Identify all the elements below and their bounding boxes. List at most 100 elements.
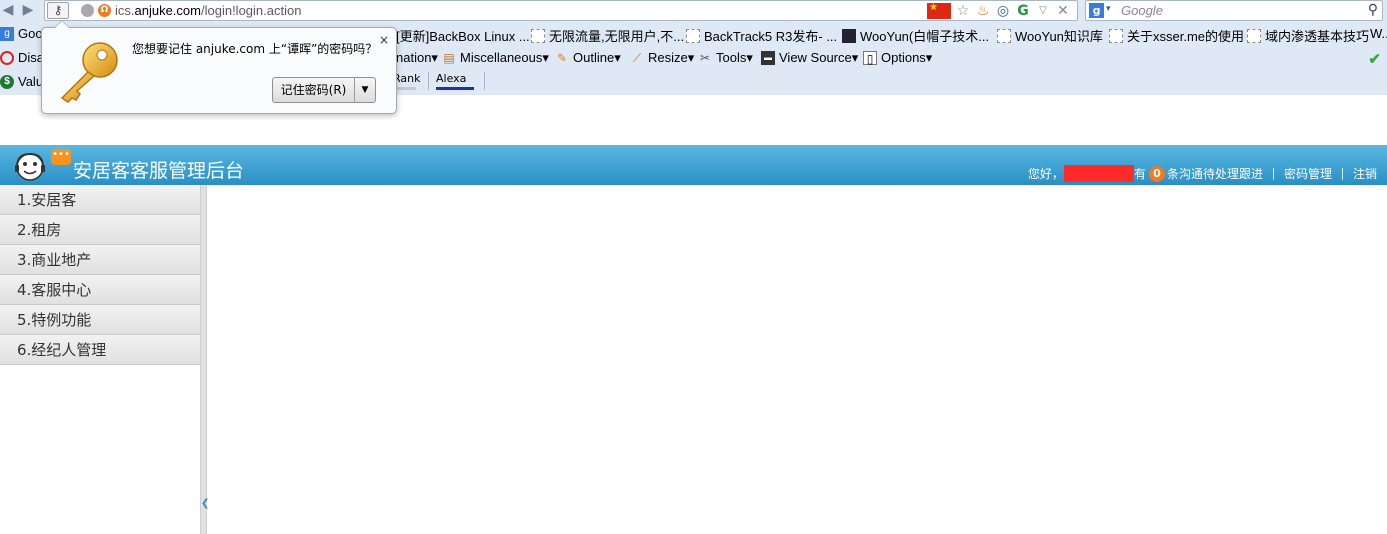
information-menu[interactable]: nation▾ [396,50,438,66]
bookmark-label: Goo [18,26,43,41]
redacted-username [1063,165,1134,182]
miscellaneous-menu[interactable]: ▤ Miscellaneous▾ [442,50,549,66]
resize-menu[interactable]: ⟋ Resize▾ [630,50,694,66]
page-icon [531,28,545,43]
google-engine-icon[interactable]: g [1089,3,1104,18]
menu-label: Tools▾ [716,50,753,65]
checkmark-icon[interactable]: ✔ [1368,50,1381,68]
sidebar-item-special-functions[interactable]: 5.特例功能 [0,305,200,335]
password-key-icon[interactable]: ⚷ [47,2,69,19]
key-icon [60,42,118,103]
bookmark-item[interactable]: BackTrack5 R3发布- ... [686,26,837,45]
sidebar-item-rental[interactable]: 2.租房 [0,215,200,245]
address-bar[interactable]: ⚷ Ω ics.anjuke.com/login!login.action ☆ … [44,0,1078,21]
rank-label[interactable]: Rank [393,72,420,85]
options-menu[interactable]: ▯ Options▾ [863,50,932,66]
pencil-icon: ✎ [556,51,568,65]
engine-dropdown-icon[interactable]: ▾ [1106,4,1111,14]
collapse-arrow-icon[interactable]: ❮ [201,495,209,513]
greeting: 您好， [1027,167,1064,181]
url-host: anjuke.com [134,3,201,18]
bookmark-item[interactable]: WooYun(白帽子技术... [842,26,989,45]
sidebar-item-service-center[interactable]: 4.客服中心 [0,275,200,305]
stop-icon[interactable]: ✕ [1055,3,1071,19]
disable-icon [0,50,14,65]
menu-label: View Source▾ [779,50,859,65]
menu-label: Options▾ [881,50,933,65]
logout-link[interactable]: 注销 [1353,165,1377,182]
bookmark-item[interactable]: 关于xsser.me的使用 [1109,26,1244,45]
bookmark-star-icon[interactable]: ☆ [955,3,971,19]
value-menu[interactable]: $ Valu [0,74,43,89]
user-area: 您好， 有 0 条沟通待处理跟进 密码管理 注销 [1028,165,1377,182]
back-arrow-icon[interactable]: ◀ [0,2,16,18]
search-bar[interactable]: g ▾ Google ⚲ [1085,0,1383,21]
search-icon[interactable]: ⚲ [1368,2,1378,18]
view-source-menu[interactable]: ▬ View Source▾ [761,50,858,66]
bookmark-label: WooYun知识库 [1015,29,1103,44]
source-icon: ▬ [761,51,775,65]
header-divider [1272,167,1274,180]
tools-menu[interactable]: ✂ Tools▾ [698,50,753,66]
bookmark-label: 关于xsser.me的使用 [1127,29,1245,44]
forward-arrow-icon[interactable]: ▶ [20,2,36,18]
bookmark-label: 无限流量,无限用户,不... [549,29,685,44]
url-text[interactable]: ics.anjuke.com/login!login.action [115,3,301,18]
save-password-popup: 您想要记住 anjuke.com 上“谭晖”的密码吗？ × 记住密码(R) ▼ [41,20,397,114]
toolbar-divider [484,72,485,90]
chat-bubble-icon: ••• [51,149,71,165]
dropdown-triangle-icon[interactable]: ▽ [1035,3,1051,19]
g-extension-icon[interactable]: G [1015,3,1031,19]
swirl-icon[interactable]: ◎ [995,3,1011,19]
alexa-bar [436,87,474,90]
tools-icon: ✂ [699,51,711,65]
java-icon[interactable]: ♨ [975,3,991,19]
count-suffix-link[interactable]: 条沟通待处理跟进 [1167,165,1263,182]
bookmark-item[interactable]: g Goo [0,26,43,41]
popup-message: 您想要记住 anjuke.com 上“谭晖”的密码吗？ [132,42,378,56]
page-icon [997,28,1011,43]
bookmark-label: WooYun(白帽子技术... [860,29,990,44]
remember-password-label[interactable]: 记住密码(R) [273,78,355,102]
bookmark-label: [更新]BackBox Linux ... [396,29,530,44]
app-header: ••• 安居客客服管理后台 您好， 有 0 条沟通待处理跟进 密码管理 注销 [0,145,1387,185]
bookmark-item[interactable]: W... [1370,26,1387,41]
page-icon [686,28,700,43]
menu-label: Resize▾ [648,50,695,65]
remember-password-button[interactable]: 记住密码(R) ▼ [272,77,376,103]
sidebar-item-anjuke[interactable]: 1.安居客 [0,185,200,215]
customer-service-logo-icon [15,152,45,181]
toolbar-divider [428,72,429,90]
outline-menu[interactable]: ✎ Outline▾ [555,50,621,66]
alexa-label[interactable]: Alexa [436,72,466,85]
wooyun-icon [842,28,856,43]
sidebar-item-broker-management[interactable]: 6.经纪人管理 [0,335,200,365]
dollar-icon: $ [0,74,14,89]
close-icon[interactable]: × [379,33,389,47]
header-divider [1341,167,1343,180]
disable-menu[interactable]: Disa [0,50,44,65]
page-icon [1247,28,1261,43]
bookmark-label: 域内渗透基本技巧 [1265,29,1370,44]
bookmark-item[interactable]: 域内渗透基本技巧 [1247,26,1369,45]
menu-label: nation▾ [396,50,438,65]
options-icon: ▯ [863,51,877,66]
sidebar-menu: 1.安居客 2.租房 3.商业地产 4.客服中心 5.特例功能 6.经纪人管理 [0,185,200,534]
bookmark-item[interactable]: 无限流量,无限用户,不... [531,26,684,45]
bookmark-item[interactable]: [更新]BackBox Linux ... [396,26,530,45]
misc-icon: ▤ [443,51,455,65]
bookmark-item[interactable]: WooYun知识库 [997,26,1103,45]
count-prefix: 有 [1133,167,1146,181]
url-path: /login!login.action [200,3,302,18]
app-title: 安居客客服管理后台 [73,160,245,182]
page-icon [1109,28,1123,43]
url-prefix: ics. [115,3,135,18]
china-flag-icon[interactable] [927,2,951,19]
sidebar-item-commercial[interactable]: 3.商业地产 [0,245,200,275]
pending-count-badge[interactable]: 0 [1148,165,1165,182]
sidebar-splitter[interactable]: ❮ [200,185,209,534]
chevron-down-icon[interactable]: ▼ [355,78,375,102]
menu-label: Outline▾ [573,50,621,65]
password-management-link[interactable]: 密码管理 [1284,165,1332,182]
menu-label: Valu [18,74,44,89]
